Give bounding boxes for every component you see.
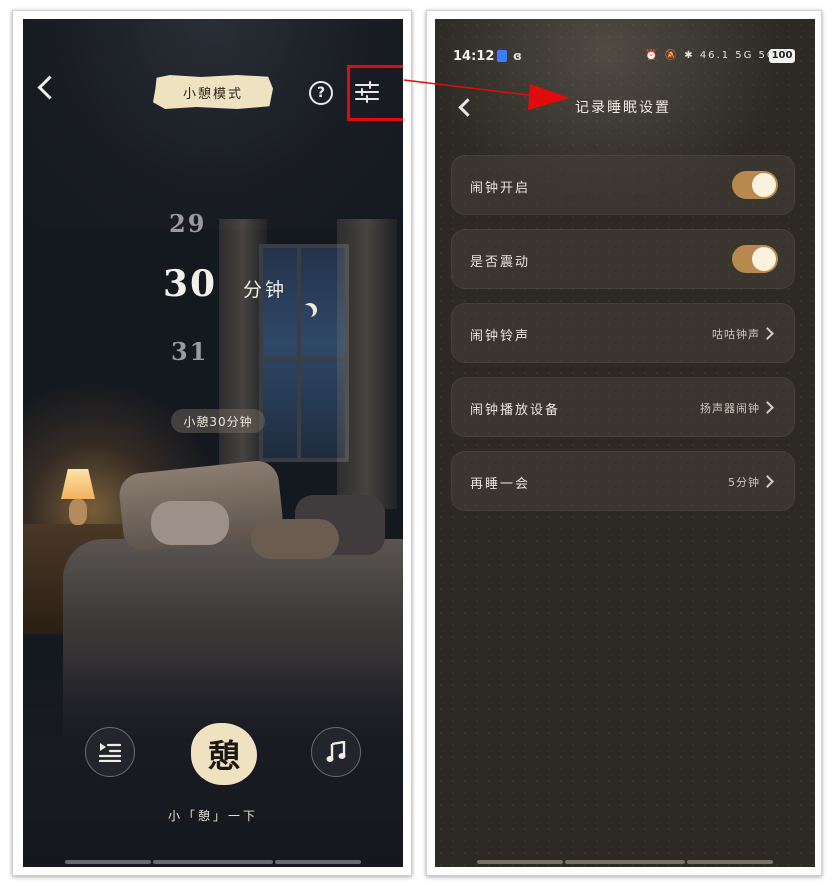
nav-bar-segment [565, 860, 685, 864]
settings-highlight-box [347, 65, 403, 121]
nav-bar-segment [275, 860, 361, 864]
picker-current-value[interactable]: 30 [163, 263, 217, 305]
sleep-settings-screen: 14:12 ɞ ⏰ 🔕 ✱ 46.1 5G 5G ≋ 100 记录睡眠设置 闹钟… [435, 19, 815, 867]
picker-prev-value[interactable]: 29 [169, 209, 206, 238]
row-value: 咕咕钟声 [712, 328, 760, 341]
status-app-icon: ɞ [513, 49, 522, 63]
nap-start-button[interactable]: 憩 [191, 723, 257, 785]
nav-bar-segment [687, 860, 773, 864]
nav-bar-segment [65, 860, 151, 864]
row-alarm-ringtone[interactable]: 闹钟铃声 咕咕钟声 [451, 303, 795, 363]
left-screenshot-frame: 小憩模式 ? 29 30 分钟 31 小憩30分钟 憩 小「憩」一下 [12, 10, 412, 876]
row-vibrate[interactable]: 是否震动 [451, 229, 795, 289]
battery-icon: 100 [769, 49, 795, 63]
row-label: 闹钟开启 [470, 181, 531, 196]
chevron-right-icon [761, 475, 774, 488]
row-alarm-device[interactable]: 闹钟播放设备 扬声器闹钟 [451, 377, 795, 437]
row-label: 再睡一会 [470, 477, 531, 492]
mode-title-badge: 小憩模式 [153, 75, 273, 109]
page-title: 记录睡眠设置 [575, 100, 671, 116]
picker-unit-label: 分钟 [243, 279, 288, 301]
nap-mode-screen: 小憩模式 ? 29 30 分钟 31 小憩30分钟 憩 小「憩」一下 [23, 19, 403, 867]
chevron-right-icon [761, 327, 774, 340]
vibrate-toggle[interactable] [732, 245, 778, 273]
right-screenshot-frame: 14:12 ɞ ⏰ 🔕 ✱ 46.1 5G 5G ≋ 100 记录睡眠设置 闹钟… [426, 10, 822, 876]
status-time: 14:12 [453, 49, 495, 64]
nav-bar-segment [153, 860, 273, 864]
playlist-icon [99, 743, 121, 762]
chevron-right-icon [761, 401, 774, 414]
row-label: 闹钟播放设备 [470, 403, 561, 418]
row-value: 扬声器闹钟 [700, 402, 760, 415]
playlist-button[interactable] [85, 727, 135, 777]
music-button[interactable] [311, 727, 361, 777]
alarm-on-toggle[interactable] [732, 171, 778, 199]
moon-icon [299, 305, 313, 319]
row-label: 是否震动 [470, 255, 531, 270]
row-alarm-on[interactable]: 闹钟开启 [451, 155, 795, 215]
row-label: 闹钟铃声 [470, 329, 531, 344]
nap-button-caption: 小「憩」一下 [167, 809, 258, 823]
row-snooze[interactable]: 再睡一会 5分钟 [451, 451, 795, 511]
status-app-icon [497, 50, 507, 62]
music-note-icon [326, 741, 346, 762]
nav-bar-segment [477, 860, 563, 864]
nap-duration-pill: 小憩30分钟 [171, 409, 265, 433]
picker-next-value[interactable]: 31 [171, 337, 208, 366]
help-icon[interactable]: ? [309, 81, 333, 105]
row-value: 5分钟 [728, 476, 760, 489]
